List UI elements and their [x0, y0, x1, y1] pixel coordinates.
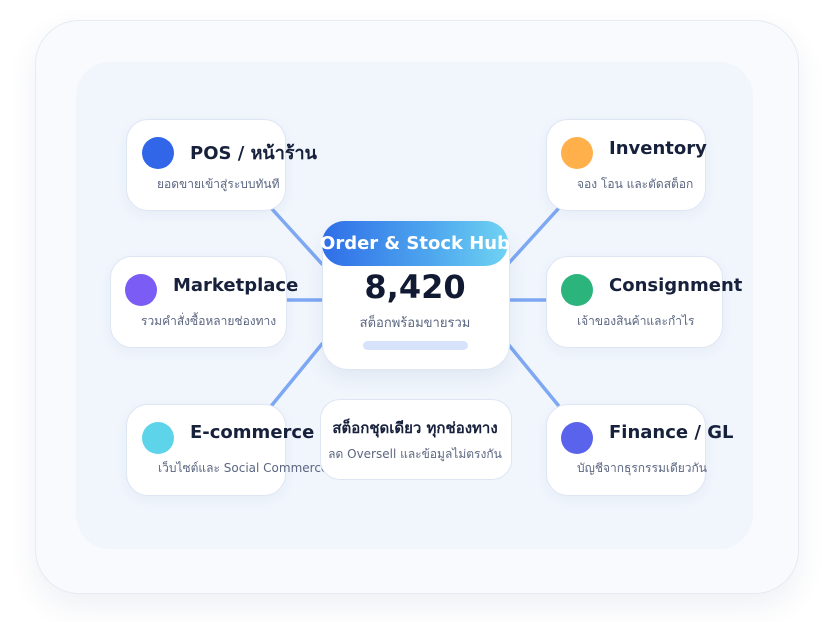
inventory-dot-icon [561, 137, 593, 169]
hub-progress-bar [363, 341, 468, 350]
note-title: สต็อกชุดเดียว ทุกช่องทาง [332, 419, 498, 437]
node-marketplace-title: Marketplace [173, 275, 299, 296]
ecommerce-dot-icon [142, 422, 174, 454]
node-pos-subtitle: ยอดขายเข้าสู่ระบบทันที [157, 177, 280, 191]
connector-inventory [506, 207, 560, 266]
node-ecommerce-title: E-commerce [190, 422, 315, 443]
consignment-dot-icon [561, 274, 593, 306]
hub-subtitle: สต็อกพร้อมขายรวม [359, 316, 471, 331]
node-finance-subtitle: บัญชีจากธุรกรรมเดียวกัน [577, 461, 707, 475]
node-finance-title: Finance / GL [609, 422, 734, 443]
node-pos-title: POS / หน้าร้าน [190, 143, 317, 164]
connector-ecommerce [270, 342, 324, 407]
note-subtitle: ลด Oversell และข้อมูลไม่ตรงกัน [328, 447, 502, 461]
finance-dot-icon [561, 422, 593, 454]
pos-dot-icon [142, 137, 174, 169]
connector-finance [506, 342, 560, 407]
hub-stock-value: 8,420 [364, 268, 466, 306]
connector-pos [270, 207, 324, 266]
hub-title: Order & Stock Hub [320, 221, 510, 266]
marketplace-dot-icon [125, 274, 157, 306]
node-marketplace-subtitle: รวมคำสั่งซื้อหลายช่องทาง [141, 314, 277, 328]
node-consignment-subtitle: เจ้าของสินค้าและกำไร [577, 314, 695, 328]
node-ecommerce-subtitle: เว็บไซต์และ Social Commerce [158, 461, 329, 475]
node-consignment-title: Consignment [609, 275, 743, 296]
node-inventory-title: Inventory [609, 138, 707, 159]
node-inventory-subtitle: จอง โอน และตัดสต็อก [577, 177, 694, 191]
